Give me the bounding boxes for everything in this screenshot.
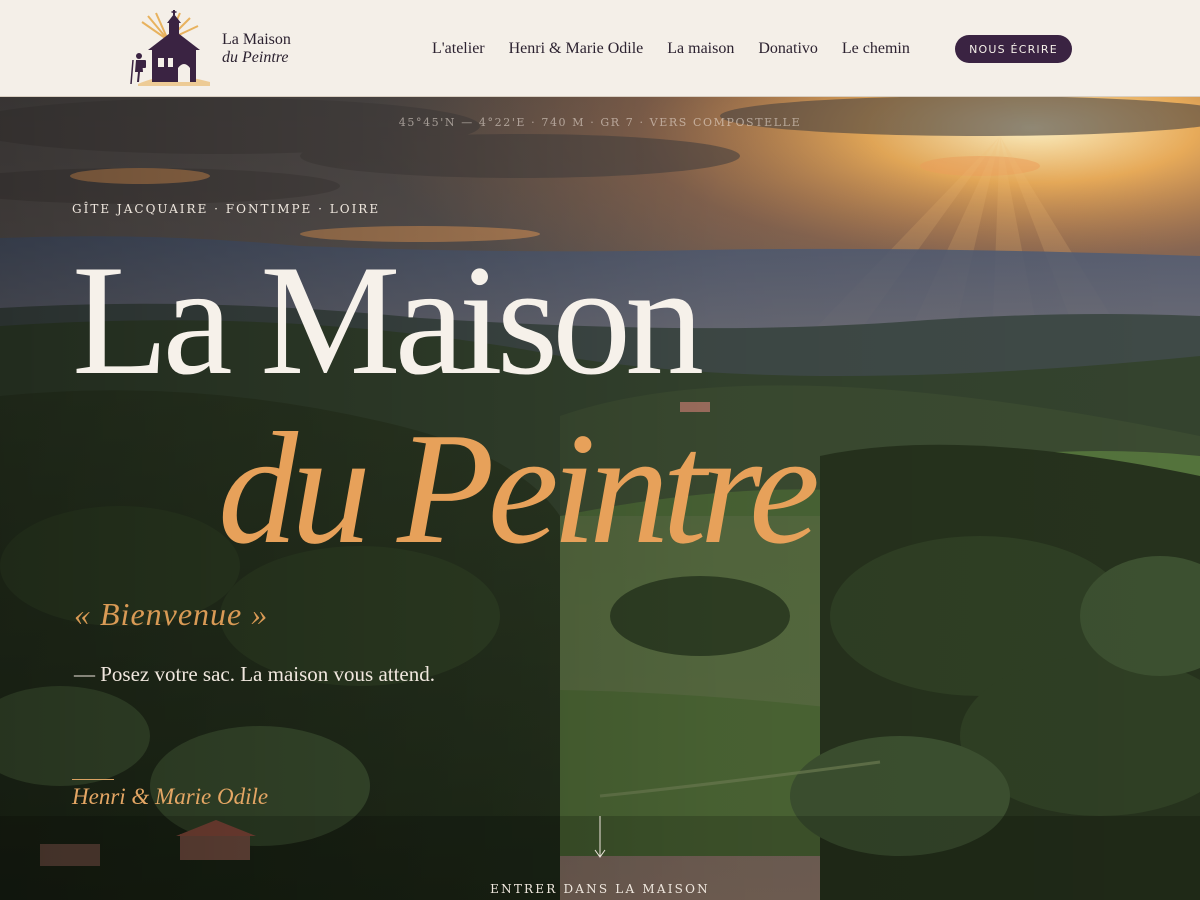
arrow-down-icon[interactable]	[594, 816, 606, 860]
nav-item-le-chemin[interactable]: Le chemin	[842, 40, 910, 58]
hero-welcome: « Bienvenue »	[74, 596, 269, 632]
hero-tagline: — Posez votre sac. La maison vous attend…	[74, 662, 435, 686]
signature-divider	[72, 779, 114, 780]
contact-button[interactable]: NOUS ÉCRIRE	[955, 35, 1072, 63]
brand-logo[interactable]: La Maison du Peintre	[128, 10, 298, 88]
nav-item-henri-marie-odile[interactable]: Henri & Marie Odile	[509, 40, 644, 58]
brand-name-line2: du Peintre	[222, 49, 289, 66]
hero-title-line1: La Maison	[72, 233, 704, 408]
hero-signature: Henri & Marie Odile	[72, 784, 269, 809]
chapel-pilgrim-logo-icon	[130, 10, 210, 86]
site-header: La Maison du Peintre L'atelier Henri & M…	[0, 0, 1200, 97]
hero-eyebrow: GÎTE JACQUAIRE · FONTIMPE · LOIRE	[72, 202, 381, 216]
brand-name-line1: La Maison	[222, 31, 291, 48]
location-coordinates: 45°45'N — 4°22'E · 740 M · GR 7 · VERS C…	[398, 116, 802, 129]
nav-item-la-maison[interactable]: La maison	[667, 40, 734, 58]
enter-house-link[interactable]: ENTRER DANS LA MAISON	[0, 882, 1200, 896]
main-navigation: L'atelier Henri & Marie Odile La maison …	[432, 35, 910, 63]
hero-section: 45°45'N — 4°22'E · 740 M · GR 7 · VERS C…	[0, 96, 1200, 900]
hero-title-line2: du Peintre	[218, 399, 820, 577]
nav-item-donativo[interactable]: Donativo	[758, 40, 818, 58]
nav-item-atelier[interactable]: L'atelier	[432, 40, 485, 58]
